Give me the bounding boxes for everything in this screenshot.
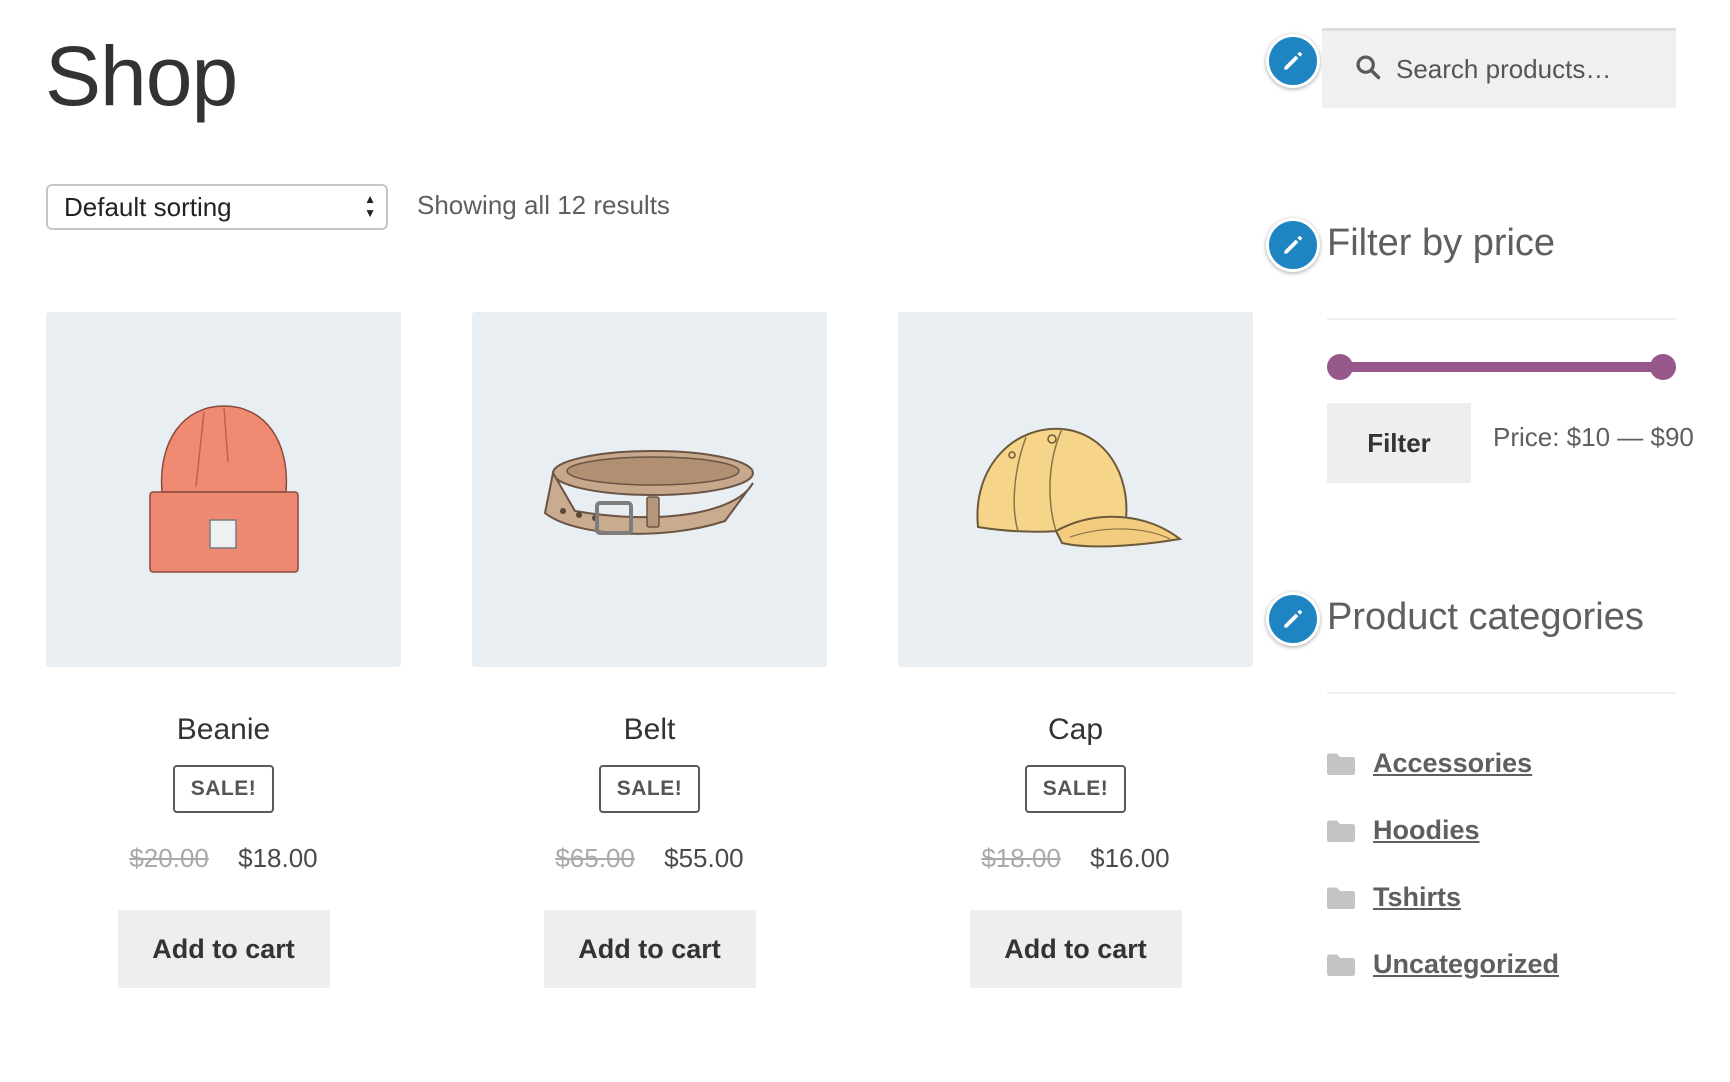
product-image-beanie[interactable]: [46, 312, 401, 667]
search-icon: [1354, 53, 1382, 86]
add-to-cart-button[interactable]: Add to cart: [969, 910, 1182, 988]
product-image-cap[interactable]: [898, 312, 1253, 667]
belt-image: [543, 449, 754, 535]
sorting-selected-value: Default sorting: [64, 191, 232, 222]
category-link-uncategorized[interactable]: Uncategorized: [1373, 949, 1559, 980]
sale-badge: SALE!: [598, 765, 701, 813]
pencil-icon: [1284, 610, 1302, 628]
pencil-icon: [1284, 52, 1302, 70]
pencil-icon: [1284, 236, 1302, 254]
beanie-image: [148, 404, 299, 573]
category-item: Tshirts: [1327, 864, 1559, 931]
result-count: Showing all 12 results: [417, 190, 670, 220]
price-slider-range[interactable]: [1340, 362, 1668, 372]
product-price: $65.00 $55.00: [472, 843, 827, 874]
category-item: Hoodies: [1327, 797, 1559, 864]
sale-price: $18.00: [238, 843, 318, 873]
sale-badge: SALE!: [172, 765, 275, 813]
product-price: $20.00 $18.00: [46, 843, 401, 874]
sale-price: $16.00: [1090, 843, 1170, 873]
product-card: Cap SALE! $18.00 $16.00 Add to cart: [898, 312, 1253, 988]
category-item: Uncategorized: [1327, 931, 1559, 998]
product-card: Beanie SALE! $20.00 $18.00 Add to cart: [46, 312, 401, 988]
product-image-belt[interactable]: [472, 312, 827, 667]
product-name[interactable]: Beanie: [46, 713, 401, 747]
sale-badge: SALE!: [1024, 765, 1127, 813]
folder-icon: [1327, 820, 1355, 842]
price-filter-title: Filter by price: [1327, 222, 1556, 264]
add-to-cart-button[interactable]: Add to cart: [543, 910, 756, 988]
folder-icon: [1327, 753, 1355, 775]
edit-search-widget-button[interactable]: [1266, 34, 1320, 88]
divider: [1327, 692, 1676, 694]
category-list: Accessories Hoodies Tshirts Uncategorize…: [1327, 730, 1559, 998]
product-name[interactable]: Belt: [472, 713, 827, 747]
sale-price: $55.00: [664, 843, 744, 873]
regular-price: $18.00: [981, 843, 1061, 873]
category-link-accessories[interactable]: Accessories: [1373, 748, 1532, 779]
price-slider-min-handle[interactable]: [1327, 354, 1353, 380]
add-to-cart-button[interactable]: Add to cart: [117, 910, 330, 988]
page-title: Shop: [45, 29, 238, 123]
price-slider-max-handle[interactable]: [1650, 354, 1676, 380]
category-link-hoodies[interactable]: Hoodies: [1373, 815, 1480, 846]
regular-price: $65.00: [555, 843, 635, 873]
folder-icon: [1327, 954, 1355, 976]
regular-price: $20.00: [129, 843, 209, 873]
search-input[interactable]: [1396, 54, 1656, 85]
folder-icon: [1327, 887, 1355, 909]
price-range-label: Price: $10 — $90: [1493, 422, 1694, 452]
category-link-tshirts[interactable]: Tshirts: [1373, 882, 1461, 913]
product-name[interactable]: Cap: [898, 713, 1253, 747]
edit-price-filter-widget-button[interactable]: [1266, 218, 1320, 272]
edit-categories-widget-button[interactable]: [1266, 592, 1320, 646]
select-arrows-icon: ▲ ▼: [364, 192, 376, 220]
product-card: Belt SALE! $65.00 $55.00 Add to cart: [472, 312, 827, 988]
filter-button[interactable]: Filter: [1327, 403, 1471, 483]
product-categories-title: Product categories: [1327, 596, 1644, 638]
divider: [1327, 318, 1676, 320]
cap-image: [975, 427, 1182, 547]
sorting-select[interactable]: Default sorting ▲ ▼: [46, 184, 388, 230]
product-price: $18.00 $16.00: [898, 843, 1253, 874]
category-item: Accessories: [1327, 730, 1559, 797]
product-search-box: [1322, 28, 1676, 108]
